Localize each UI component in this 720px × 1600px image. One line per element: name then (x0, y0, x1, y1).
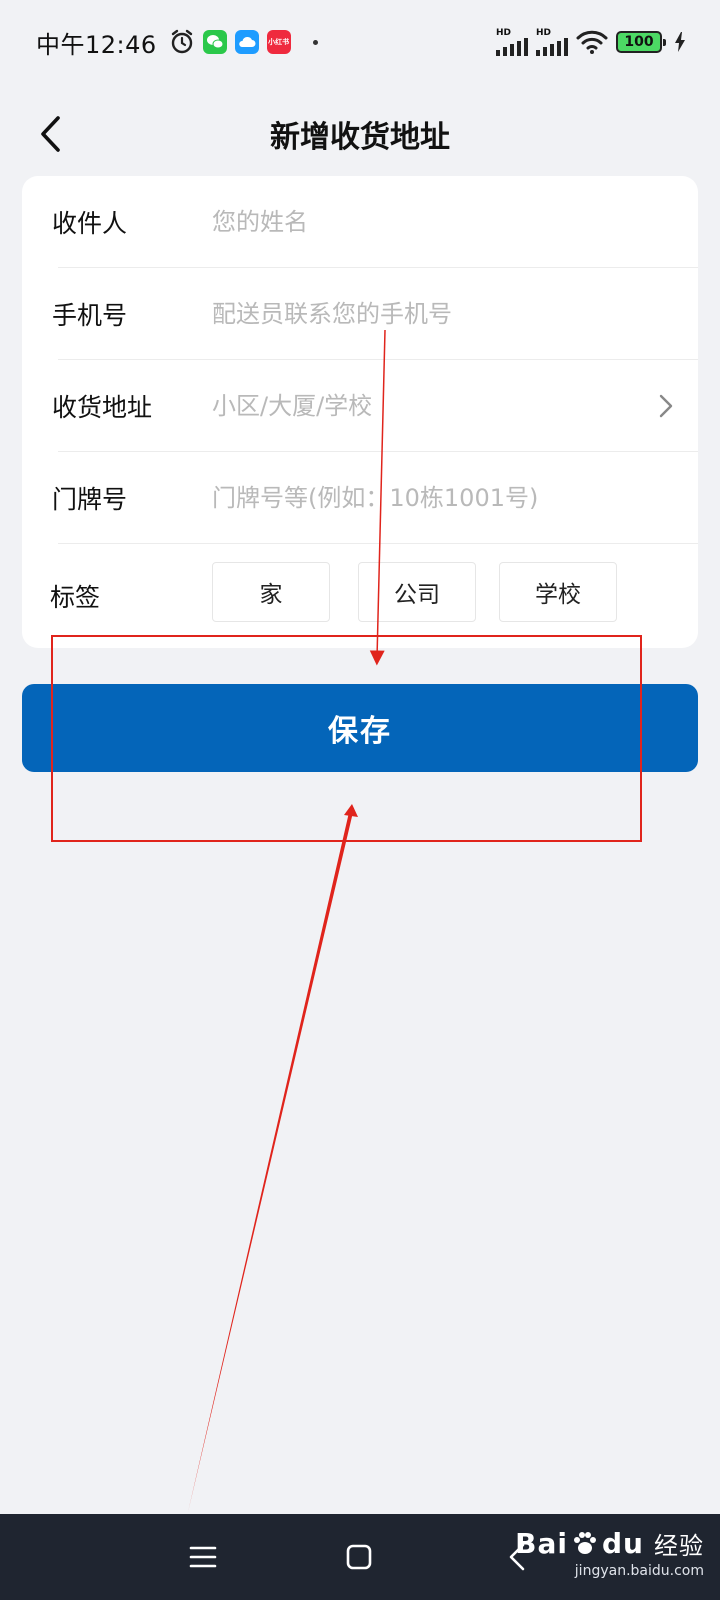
home-button[interactable] (336, 1534, 382, 1580)
phone-row: 手机号 (22, 268, 698, 360)
address-form-card: 收件人 手机号 收货地址 门牌号 标签 家 公司 学校 (22, 176, 698, 648)
watermark-brand-tail: du (602, 1527, 644, 1560)
address-row[interactable]: 收货地址 (22, 360, 698, 452)
tag-school-button[interactable]: 学校 (499, 562, 617, 622)
tag-row: 标签 家 公司 学校 (22, 544, 698, 648)
watermark-main: Bai du 经验 (515, 1526, 704, 1561)
more-notifications-dot (312, 39, 318, 45)
charging-icon (674, 32, 686, 52)
tag-home-button[interactable]: 家 (212, 562, 330, 622)
tag-company-button[interactable]: 公司 (358, 562, 476, 622)
watermark-cn: 经验 (654, 1532, 704, 1560)
status-right: HD HD 100 (496, 27, 686, 56)
signal-hd-label: HD (496, 27, 512, 38)
baidu-jingyan-watermark: Bai du 经验 jingyan.baidu.com (515, 1526, 704, 1579)
chevron-right-icon[interactable] (654, 391, 678, 421)
signal-hd-label-2: HD (536, 27, 552, 38)
wifi-icon (576, 30, 608, 54)
cloud-icon (234, 30, 259, 54)
recipient-row: 收件人 (22, 176, 698, 268)
system-nav-bar: Bai du 经验 jingyan.baidu.com (0, 1514, 720, 1600)
door-number-input[interactable] (212, 468, 648, 528)
watermark-brand: Bai (515, 1527, 569, 1560)
battery-indicator: 100 (616, 31, 666, 53)
door-number-label: 门牌号 (52, 485, 128, 514)
menu-icon (189, 1546, 217, 1568)
tag-label: 标签 (50, 583, 101, 612)
signal-icon-2: HD (536, 27, 568, 56)
address-input[interactable] (212, 376, 648, 436)
phone-input[interactable] (212, 284, 648, 344)
annotation-arrow-up-head (344, 804, 358, 817)
door-number-row: 门牌号 (22, 452, 698, 544)
status-bar: 中午12:46 小红书 HD HD 100 (0, 0, 720, 84)
header: 新增收货地址 (0, 84, 720, 184)
alarm-icon (169, 29, 195, 55)
status-left: 中午12:46 小红书 (36, 25, 318, 60)
page-title: 新增收货地址 (270, 120, 450, 155)
save-button[interactable]: 保存 (22, 684, 698, 772)
annotation-arrow-up (188, 808, 354, 1512)
back-button[interactable] (30, 108, 70, 160)
menu-button[interactable] (180, 1534, 226, 1580)
wechat-icon (202, 30, 227, 54)
status-time: 中午12:46 (36, 30, 157, 59)
address-label: 收货地址 (52, 393, 153, 422)
recipient-label: 收件人 (52, 209, 128, 238)
paw-icon (574, 1531, 597, 1554)
phone-label: 手机号 (52, 301, 128, 330)
signal-icon: HD (496, 27, 528, 56)
recipient-input[interactable] (212, 192, 648, 252)
back-arrow-icon (41, 116, 60, 152)
watermark-url: jingyan.baidu.com (574, 1563, 704, 1579)
xiaohongshu-icon: 小红书 (266, 30, 291, 54)
home-square-icon (346, 1544, 372, 1570)
